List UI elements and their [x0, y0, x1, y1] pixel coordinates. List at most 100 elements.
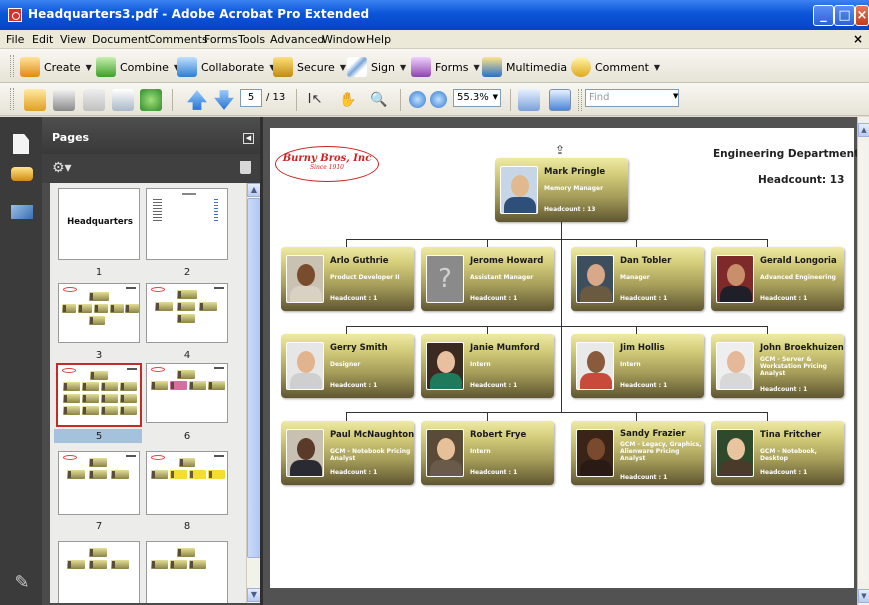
- document-scrollbar[interactable]: ▲ ▼: [857, 117, 869, 605]
- employee-photo: [716, 255, 754, 303]
- org-card[interactable]: Paul McNaughton GCM - Notebook Pricing A…: [281, 421, 414, 485]
- menu-advanced[interactable]: Advanced: [270, 33, 324, 46]
- employee-photo: [286, 342, 324, 390]
- page-thumbnail[interactable]: [146, 451, 228, 515]
- find-options-arrow-icon[interactable]: ▼: [673, 92, 678, 100]
- multimedia-button[interactable]: Multimedia▼: [482, 56, 578, 78]
- menu-forms[interactable]: Forms: [204, 33, 237, 46]
- page-thumbnail[interactable]: [146, 188, 228, 260]
- scrollbar-thumb[interactable]: [247, 198, 261, 558]
- employee-headcount: Headcount : 1: [760, 295, 808, 302]
- org-card[interactable]: John Broekhuizen GCM - Server & Workstat…: [711, 334, 844, 398]
- collapse-panel-icon[interactable]: ◀: [243, 133, 254, 144]
- org-card[interactable]: Arlo Guthrie Product Developer II Headco…: [281, 247, 414, 311]
- email-icon[interactable]: [112, 89, 134, 111]
- scroll-down-icon[interactable]: ▼: [858, 589, 869, 603]
- menu-view[interactable]: View: [60, 33, 86, 46]
- select-tool-icon[interactable]: I↖: [304, 89, 326, 111]
- combine-icon: [96, 57, 116, 77]
- comments-icon[interactable]: [11, 167, 33, 181]
- close-button[interactable]: ×: [855, 5, 869, 26]
- org-card[interactable]: Dan Tobler Manager Headcount : 1: [571, 247, 704, 311]
- minimize-button[interactable]: _: [813, 5, 834, 26]
- org-card[interactable]: Robert Frye Intern Headcount : 1: [421, 421, 554, 485]
- zoom-out-icon[interactable]: [409, 91, 426, 108]
- thumbnail-number: 3: [95, 350, 103, 361]
- thumbnail-scrollbar[interactable]: ▲ ▼: [246, 183, 261, 603]
- org-card[interactable]: ? Jerome Howard Assistant Manager Headco…: [421, 247, 554, 311]
- zoom-marquee-icon[interactable]: 🔍: [368, 89, 390, 111]
- menu-tools[interactable]: Tools: [238, 33, 265, 46]
- org-card[interactable]: Tina Fritcher GCM - Notebook, Desktop He…: [711, 421, 844, 485]
- pages-panel: Pages ◀ ⚙▾ Headquarters 1 2 3 4 5 6 7 8 …: [42, 117, 263, 605]
- next-page-icon[interactable]: [214, 90, 234, 110]
- page-thumbnail[interactable]: [146, 541, 228, 603]
- toolbar-grip[interactable]: [10, 55, 14, 77]
- save-icon[interactable]: [83, 89, 105, 111]
- page-thumbnails: Headquarters 1 2 3 4 5 6 7 8: [50, 183, 246, 603]
- page-thumbnail[interactable]: Headquarters: [58, 188, 140, 260]
- org-card[interactable]: Gerald Longoria Advanced Engineering Hea…: [711, 247, 844, 311]
- document-close-icon[interactable]: ×: [853, 32, 863, 46]
- comment-button[interactable]: Comment ▼: [571, 56, 660, 78]
- employee-headcount: Headcount : 1: [760, 386, 808, 393]
- find-input[interactable]: Find: [585, 89, 679, 107]
- open-folder-icon[interactable]: [24, 89, 46, 111]
- collaborate-button[interactable]: Collaborate▼: [177, 56, 275, 78]
- menu-window[interactable]: Window: [322, 33, 365, 46]
- page-thumbnail[interactable]: [58, 283, 140, 343]
- org-card[interactable]: Janie Mumford Intern Headcount : 1: [421, 334, 554, 398]
- print-icon[interactable]: [53, 89, 75, 111]
- pages-icon[interactable]: [13, 134, 29, 154]
- create-button[interactable]: Create ▼: [20, 56, 92, 78]
- scroll-up-icon[interactable]: ▲: [247, 183, 261, 197]
- forms-button[interactable]: Forms ▼: [411, 56, 480, 78]
- org-card-manager[interactable]: Mark Pringle Memory Manager Headcount : …: [495, 158, 628, 222]
- window-title: Headquarters3.pdf - Adobe Acrobat Pro Ex…: [28, 7, 370, 21]
- organizer-icon[interactable]: [140, 89, 162, 111]
- zoom-select[interactable]: 55.3% ▼: [453, 89, 501, 107]
- collaborate-label: Collaborate: [201, 60, 265, 74]
- fit-width-icon[interactable]: [518, 89, 540, 111]
- employee-role: Advanced Engineering: [760, 274, 836, 281]
- attachment-icon[interactable]: ✎: [11, 572, 33, 593]
- employee-role: GCM - Server & Workstation Pricing Analy…: [760, 356, 827, 377]
- signature-icon[interactable]: [11, 205, 33, 219]
- page-thumbnail[interactable]: [146, 283, 228, 343]
- scroll-up-icon[interactable]: ▲: [858, 123, 869, 137]
- pen-icon: [347, 57, 367, 77]
- scroll-down-icon[interactable]: ▼: [247, 588, 261, 602]
- previous-page-icon[interactable]: [187, 90, 207, 110]
- menu-comments[interactable]: Comments: [148, 33, 208, 46]
- secure-button[interactable]: Secure ▼: [273, 56, 346, 78]
- zoom-in-icon[interactable]: [430, 91, 447, 108]
- menu-document[interactable]: Document: [92, 33, 149, 46]
- page-thumbnail[interactable]: [58, 541, 140, 603]
- page-thumbnail[interactable]: [146, 363, 228, 423]
- page-thumbnail-selected[interactable]: [56, 363, 142, 427]
- fit-page-icon[interactable]: [549, 89, 571, 111]
- menu-edit[interactable]: Edit: [32, 33, 53, 46]
- combine-button[interactable]: Combine▼: [96, 56, 180, 78]
- toolbar-grip[interactable]: [10, 88, 14, 110]
- scrollbar-track[interactable]: [859, 141, 868, 581]
- menu-help[interactable]: Help: [366, 33, 391, 46]
- hand-tool-icon[interactable]: ✋: [337, 89, 359, 111]
- trash-icon[interactable]: [240, 161, 251, 174]
- sign-button[interactable]: Sign ▼: [347, 56, 406, 78]
- employee-headcount: Headcount : 1: [470, 295, 518, 302]
- page-thumbnail[interactable]: [58, 451, 140, 515]
- toolbar-grip[interactable]: [578, 89, 582, 111]
- org-card[interactable]: Sandy Frazier GCM - Legacy, Graphics, Al…: [571, 421, 704, 485]
- department-headcount: Headcount: 13: [758, 174, 845, 186]
- options-gear-icon[interactable]: ⚙▾: [52, 160, 72, 176]
- thumbnail-number: 5: [95, 431, 103, 442]
- app-pdf-icon: [8, 8, 22, 22]
- employee-photo: [286, 429, 324, 477]
- org-card[interactable]: Jim Hollis Intern Headcount : 1: [571, 334, 704, 398]
- thumbnail-number: 6: [183, 431, 191, 442]
- maximize-button[interactable]: □: [834, 5, 855, 26]
- menu-file[interactable]: File: [6, 33, 24, 46]
- org-card[interactable]: Gerry Smith Designer Headcount : 1: [281, 334, 414, 398]
- page-number-input[interactable]: 5: [240, 89, 262, 107]
